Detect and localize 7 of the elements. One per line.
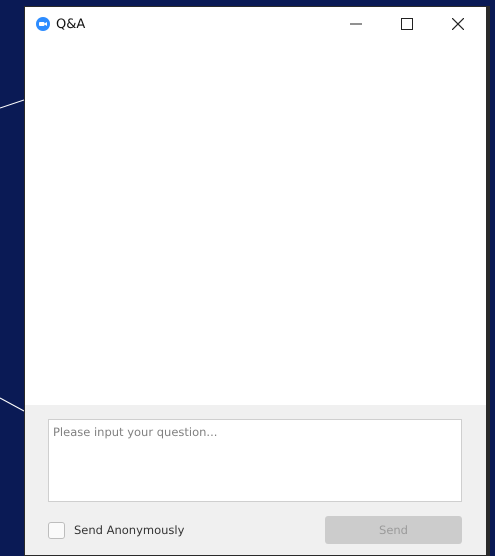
camera-icon: [36, 17, 50, 31]
question-field[interactable]: Please input your question...: [48, 419, 462, 502]
close-icon[interactable]: [452, 18, 464, 30]
anonymous-label[interactable]: Send Anonymously: [74, 523, 184, 537]
maximize-icon[interactable]: [401, 18, 413, 30]
anonymous-checkbox[interactable]: [48, 522, 65, 538]
window-title: Q&A: [56, 16, 86, 32]
